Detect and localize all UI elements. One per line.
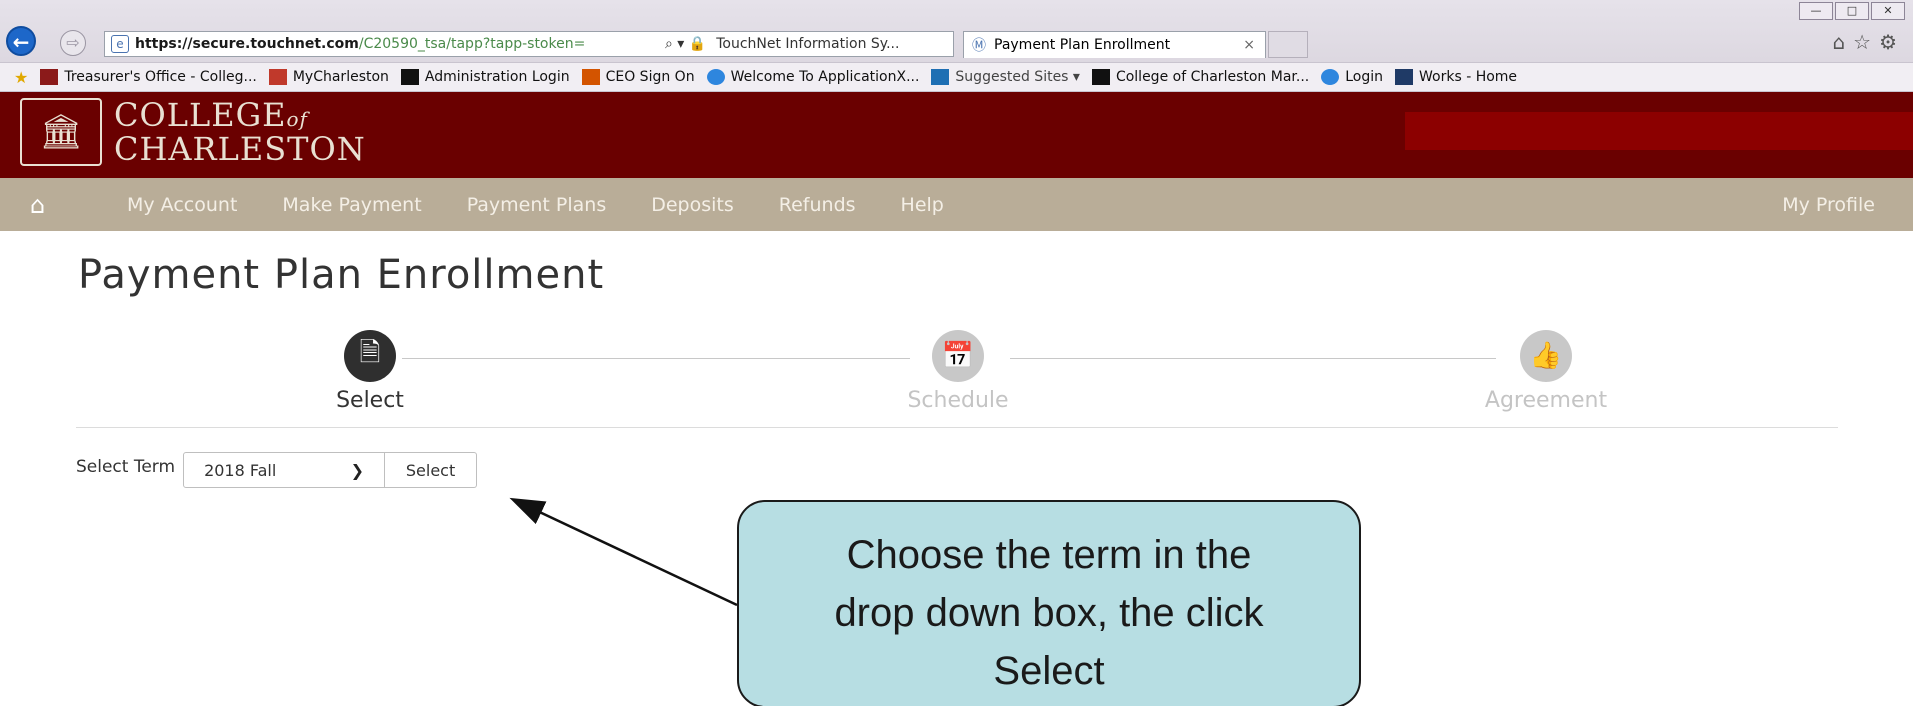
nav-refunds[interactable]: Refunds	[779, 194, 856, 216]
nav-my-account[interactable]: My Account	[127, 194, 237, 216]
favorites-star-icon[interactable]: ★	[14, 68, 28, 87]
tab-close-icon[interactable]: ×	[1243, 37, 1255, 53]
document-icon: 🗎	[344, 330, 396, 382]
new-tab-button[interactable]	[1268, 31, 1308, 58]
college-seal-icon: 🏛	[20, 98, 102, 166]
favorite-link[interactable]: Administration Login	[400, 69, 570, 85]
callout-line: Choose the term in the	[846, 533, 1252, 577]
window-controls: — □ ✕	[1799, 2, 1905, 20]
favorite-icon	[400, 69, 419, 85]
address-bar[interactable]: e https://secure.touchnet.com/C20590_tsa…	[104, 31, 954, 57]
toolbar-icons[interactable]: ⌂☆⚙	[1832, 30, 1905, 54]
screen: — □ ✕ ← ⇨ e https://secure.touchnet.com/…	[0, 0, 1913, 706]
favorite-label: Login	[1345, 69, 1383, 85]
favorite-link[interactable]: Welcome To ApplicationX...	[706, 69, 920, 85]
address-tools-icons[interactable]: ⌕ ▾ 🔒	[665, 36, 706, 52]
step-schedule: 📅 Schedule	[858, 330, 1058, 413]
browser-chrome: — □ ✕ ← ⇨ e https://secure.touchnet.com/…	[0, 0, 1913, 92]
favorite-label: College of Charleston Mar...	[1115, 69, 1310, 85]
favorite-icon	[706, 69, 725, 85]
favorite-link[interactable]: Treasurer's Office - Colleg...	[40, 69, 257, 85]
url-path: /C20590_tsa/tapp?tapp-stoken=	[358, 36, 586, 52]
close-window-button[interactable]: ✕	[1871, 2, 1905, 20]
nav-help[interactable]: Help	[901, 194, 944, 216]
home-icon[interactable]: ⌂	[30, 191, 82, 219]
favorite-label: Suggested Sites ▾	[955, 69, 1080, 85]
site-identity-tab[interactable]: TouchNet Information Sy...	[716, 36, 899, 52]
favorite-link[interactable]: Works - Home	[1395, 69, 1517, 85]
logo-line-2: CHARLESTON	[114, 130, 366, 168]
minimize-button[interactable]: —	[1799, 2, 1833, 20]
step-connector	[402, 358, 910, 359]
maximize-button[interactable]: □	[1835, 2, 1869, 20]
step-connector	[1010, 358, 1496, 359]
main-nav: ⌂ My Account Make Payment Payment Plans …	[0, 178, 1913, 231]
step-agreement: 👍 Agreement	[1446, 330, 1646, 413]
site-header: 🏛 COLLEGEof CHARLESTON	[0, 92, 1913, 178]
nav-payment-plans[interactable]: Payment Plans	[467, 194, 607, 216]
favorite-icon	[581, 69, 600, 85]
term-dropdown-value: 2018 Fall	[204, 460, 277, 480]
header-accent-bar	[1405, 112, 1913, 150]
back-button[interactable]: ←	[6, 26, 36, 56]
chevron-down-icon: ❯	[350, 460, 365, 480]
term-dropdown[interactable]: 2018 Fall ❯	[183, 452, 386, 488]
logo-line-1: COLLEGE	[114, 96, 287, 134]
ie-tab-icon: Ⓜ	[972, 38, 986, 54]
favorite-icon	[1395, 69, 1413, 85]
nav-make-payment[interactable]: Make Payment	[282, 194, 421, 216]
ie-page-icon: e	[111, 35, 129, 53]
favorite-icon	[1321, 69, 1340, 85]
favorite-label: Welcome To ApplicationX...	[730, 69, 920, 85]
favorite-icon	[40, 69, 59, 85]
term-label: Select Term	[76, 457, 176, 477]
calendar-icon: 📅	[932, 330, 984, 382]
favorite-label: Treasurer's Office - Colleg...	[64, 69, 257, 85]
forward-button[interactable]: ⇨	[60, 30, 86, 56]
favorite-label: Works - Home	[1419, 69, 1518, 85]
logo-of: of	[286, 107, 308, 131]
callout-line: drop down box, the click	[834, 591, 1264, 635]
favorite-link[interactable]: MyCharleston	[268, 69, 389, 85]
term-selection-row: Select Term 2018 Fall ❯ Select	[76, 452, 478, 488]
select-button[interactable]: Select	[385, 452, 478, 488]
thumbs-up-icon: 👍	[1520, 330, 1572, 382]
favorite-icon	[1091, 69, 1110, 85]
url-text: https://secure.touchnet.com/C20590_tsa/t…	[135, 36, 655, 52]
favorite-link[interactable]: Login	[1321, 69, 1383, 85]
favorite-icon	[931, 69, 950, 85]
nav-deposits[interactable]: Deposits	[651, 194, 734, 216]
tab-title: Payment Plan Enrollment	[994, 37, 1171, 53]
favorite-label: MyCharleston	[292, 69, 389, 85]
step-label: Agreement	[1484, 388, 1608, 413]
college-logo[interactable]: 🏛 COLLEGEof CHARLESTON	[20, 98, 366, 166]
page-title: Payment Plan Enrollment	[78, 252, 605, 298]
favorite-label: Administration Login	[424, 69, 570, 85]
favorite-link[interactable]: College of Charleston Mar...	[1091, 69, 1310, 85]
favorite-label: CEO Sign On	[605, 69, 695, 85]
tab-payment-plan-enrollment[interactable]: Ⓜ Payment Plan Enrollment ×	[963, 31, 1266, 58]
instruction-callout: Choose the term in the drop down box, th…	[737, 500, 1361, 706]
url-domain: https://secure.touchnet.com	[135, 36, 359, 52]
favorites-bar: ★ Treasurer's Office - Colleg... MyCharl…	[0, 62, 1913, 92]
section-divider	[76, 427, 1838, 428]
favorite-link[interactable]: Suggested Sites ▾	[931, 69, 1080, 85]
college-name: COLLEGEof CHARLESTON	[114, 99, 366, 168]
step-select: 🗎 Select	[270, 330, 470, 413]
favorite-link[interactable]: CEO Sign On	[581, 69, 695, 85]
step-label: Schedule	[907, 388, 1009, 413]
callout-line: Select	[993, 649, 1105, 693]
nav-my-profile[interactable]: My Profile	[1782, 194, 1875, 216]
favorite-icon	[268, 69, 287, 85]
step-label: Select	[336, 388, 404, 413]
